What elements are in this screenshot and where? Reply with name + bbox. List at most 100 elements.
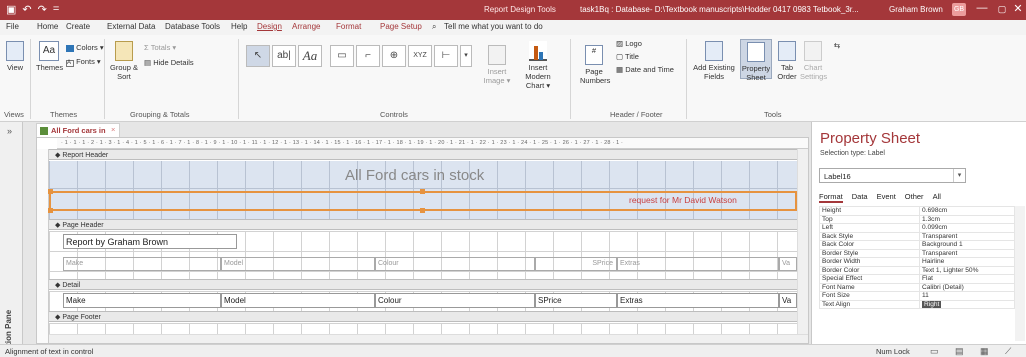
resize-handle[interactable]	[48, 189, 53, 194]
property-row[interactable]: Back Color Background 1	[819, 240, 1015, 250]
field-make[interactable]: Make	[63, 293, 221, 308]
header-label-extras[interactable]: Extras	[617, 257, 779, 271]
section-report-header[interactable]: ◆ Report Header	[49, 149, 797, 160]
header-label-colour[interactable]: Colour	[375, 257, 535, 271]
print-preview-icon[interactable]: ▤	[955, 346, 964, 357]
tab-format[interactable]: Format	[336, 22, 361, 31]
property-value[interactable]: Flat	[919, 274, 1015, 284]
customize-icon[interactable]: =	[53, 3, 59, 16]
convert-macros-icon[interactable]: ⇆	[830, 41, 844, 50]
detail-area[interactable]: Make Model Colour SPrice Extras Va	[49, 291, 797, 311]
expand-chevron-icon[interactable]: »	[7, 126, 12, 136]
tab-external-data[interactable]: External Data	[107, 22, 155, 31]
property-value[interactable]: 11	[919, 291, 1015, 301]
insert-modern-chart-button[interactable]: Insert Modern Chart ▾	[516, 41, 560, 90]
request-label[interactable]: request for Mr David Watson	[629, 195, 737, 205]
property-sheet-scrollbar[interactable]	[1015, 206, 1025, 341]
tab-data-props[interactable]: Data	[852, 192, 868, 203]
resize-handle[interactable]	[420, 208, 425, 213]
object-selector[interactable]: Label16 ▾	[819, 168, 966, 183]
group-sort-button[interactable]: Group & Sort	[110, 41, 138, 81]
themes-button[interactable]: Aa Themes	[36, 41, 63, 72]
search-icon[interactable]: ⌕	[432, 22, 436, 32]
minimize-button[interactable]: —	[972, 2, 992, 14]
section-page-footer[interactable]: ◆ Page Footer	[49, 311, 797, 322]
tab-home[interactable]: Home	[37, 22, 58, 31]
horizontal-scrollbar[interactable]	[49, 334, 808, 343]
report-view-icon[interactable]: ▭	[930, 346, 939, 357]
property-row[interactable]: Font Size 11	[819, 291, 1015, 301]
tab-all-props[interactable]: All	[933, 192, 941, 203]
page-header-area[interactable]: Report by Graham Brown Make Model Colour…	[49, 231, 797, 279]
property-value[interactable]: 0.099cm	[919, 223, 1015, 233]
tab-control-icon[interactable]: ⌐	[356, 45, 380, 67]
fonts-button[interactable]: A Fonts ▾	[66, 57, 101, 67]
property-value[interactable]: Hairline	[919, 257, 1015, 267]
user-name[interactable]: Graham Brown	[889, 5, 943, 14]
section-page-header[interactable]: ◆ Page Header	[49, 219, 797, 230]
tab-page-setup[interactable]: Page Setup	[380, 22, 422, 31]
undo-icon[interactable]: ↶	[22, 3, 31, 16]
property-row[interactable]: Height 0.698cm	[819, 206, 1015, 216]
navigation-pane[interactable]: » Navigation Pane	[0, 122, 23, 357]
close-button[interactable]: ✕	[1008, 2, 1026, 15]
totals-button[interactable]: Σ Totals ▾	[144, 43, 176, 52]
report-header-area[interactable]: All Ford cars in stock request for Mr Da…	[48, 161, 797, 219]
design-view-icon[interactable]: ⟋	[1005, 346, 1011, 357]
property-sheet-button[interactable]: Property Sheet	[740, 39, 772, 82]
property-row[interactable]: Left 0.099cm	[819, 223, 1015, 233]
redo-icon[interactable]: ↷	[38, 3, 47, 16]
field-extras[interactable]: Extras	[617, 293, 779, 308]
field-model[interactable]: Model	[221, 293, 375, 308]
hide-details-button[interactable]: ▤ Hide Details	[144, 58, 194, 67]
controls-more-icon[interactable]: ▾	[460, 45, 472, 67]
save-icon[interactable]: ▣	[6, 3, 16, 16]
logo-button[interactable]: ▨ Logo	[616, 39, 642, 48]
property-value[interactable]: 0.698cm	[919, 206, 1015, 216]
layout-view-icon[interactable]: ▦	[980, 346, 989, 357]
view-button[interactable]: View	[4, 41, 26, 72]
tab-create[interactable]: Create	[66, 22, 90, 31]
page-footer-area[interactable]	[49, 323, 797, 334]
tab-design[interactable]: Design	[257, 22, 282, 31]
property-row[interactable]: Top 1.3cm	[819, 214, 1015, 224]
property-row[interactable]: Border Style Transparent	[819, 248, 1015, 258]
textbox-control-icon[interactable]: ab|	[272, 45, 296, 67]
tab-arrange[interactable]: Arrange	[292, 22, 320, 31]
property-value[interactable]: Text 1, Lighter 50%	[919, 265, 1015, 275]
date-time-button[interactable]: ▦ Date and Time	[616, 65, 674, 74]
field-va[interactable]: Va	[779, 293, 797, 308]
tab-help[interactable]: Help	[231, 22, 247, 31]
property-row[interactable]: Text Align Right	[819, 299, 1015, 309]
select-pointer-icon[interactable]: ↖	[246, 45, 270, 67]
button-control-icon[interactable]: ▭	[330, 45, 354, 67]
hyperlink-control-icon[interactable]: ⊕	[382, 45, 406, 67]
page-numbers-button[interactable]: # Page Numbers	[580, 45, 610, 85]
property-row[interactable]: Border Width Hairline	[819, 257, 1015, 267]
option-group-icon[interactable]: XYZ	[408, 45, 432, 67]
property-value[interactable]: Calibri (Detail)	[919, 282, 1015, 292]
report-by-label[interactable]: Report by Graham Brown	[63, 234, 237, 249]
field-colour[interactable]: Colour	[375, 293, 535, 308]
vertical-scrollbar[interactable]	[797, 149, 808, 334]
label-control-icon[interactable]: Aa	[298, 45, 322, 67]
report-title-label[interactable]: All Ford cars in stock	[345, 167, 484, 184]
header-label-make[interactable]: Make	[63, 257, 221, 271]
property-row[interactable]: Border Color Text 1, Lighter 50%	[819, 265, 1015, 275]
header-label-va[interactable]: Va	[779, 257, 797, 271]
resize-handle[interactable]	[420, 189, 425, 194]
add-existing-fields-button[interactable]: Add Existing Fields	[692, 41, 736, 81]
colors-button[interactable]: Colors ▾	[66, 43, 104, 52]
property-value-cell[interactable]: Right	[919, 299, 1015, 309]
tab-event-props[interactable]: Event	[877, 192, 896, 203]
insert-image-button[interactable]: Insert Image ▾	[480, 45, 514, 85]
property-row[interactable]: Special Effect Flat	[819, 274, 1015, 284]
property-value[interactable]: Right	[922, 300, 942, 308]
property-row[interactable]: Font Name Calibri (Detail)	[819, 282, 1015, 292]
tab-other-props[interactable]: Other	[905, 192, 924, 203]
tell-me-input[interactable]: Tell me what you want to do	[444, 22, 543, 31]
property-row[interactable]: Back Style Transparent	[819, 231, 1015, 241]
chevron-down-icon[interactable]: ▾	[953, 169, 965, 182]
resize-handle[interactable]	[48, 208, 53, 213]
property-value[interactable]: Transparent	[919, 248, 1015, 258]
